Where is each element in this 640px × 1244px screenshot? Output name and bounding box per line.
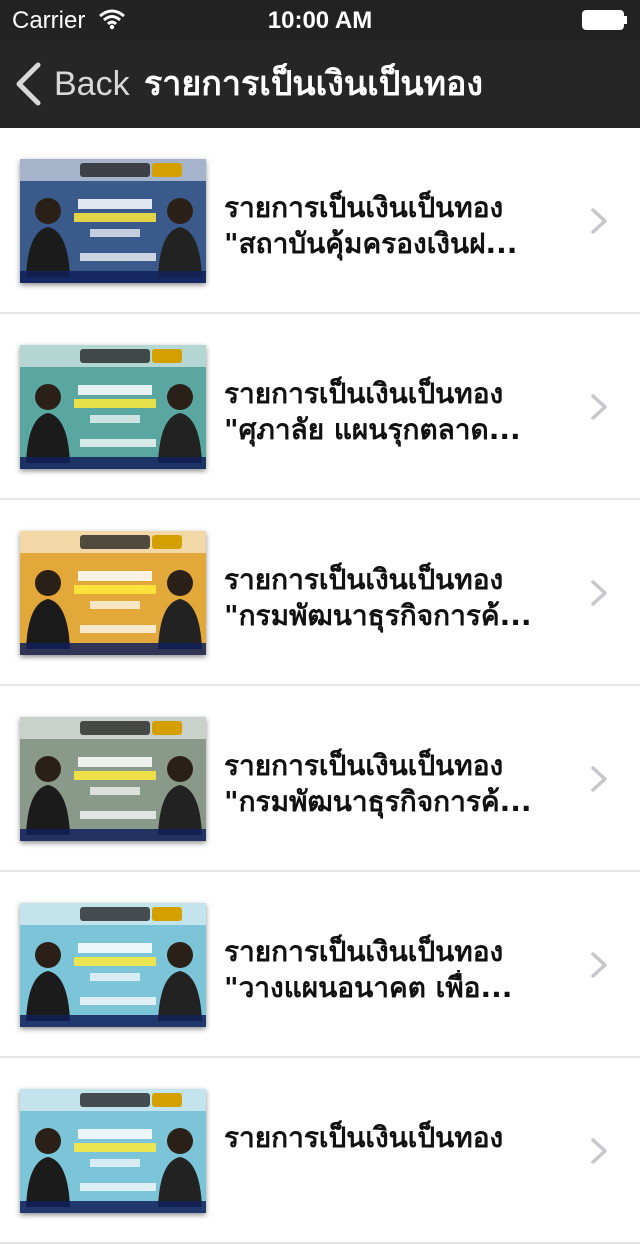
battery-icon [582,10,627,30]
chevron-right-icon [591,394,607,420]
episode-title-line2: "ศุภาลัย แผนรุกตลาด... [224,413,521,446]
chevron-right-icon [591,1138,607,1164]
episode-title-line1: รายการเป็นเงินเป็นทอง [224,1121,504,1154]
episode-title-line2: "สถาบันคุ้มครองเงินฝ... [224,227,518,260]
episode-title-line1: รายการเป็นเงินเป็นทอง [224,377,504,410]
episode-title-line1: รายการเป็นเงินเป็นทอง [224,191,504,224]
episode-list: รายการเป็นเงินเป็นทอง "สถาบันคุ้มครองเงิน… [0,128,640,1244]
episode-title: รายการเป็นเงินเป็นทอง [224,1120,554,1156]
episode-title-line1: รายการเป็นเงินเป็นทอง [224,563,504,596]
list-item[interactable]: รายการเป็นเงินเป็นทอง "วางแผนอนาคต เพื่อ.… [0,872,640,1058]
episode-title-line2: "กรมพัฒนาธุรกิจการค้... [224,599,532,632]
list-item[interactable]: รายการเป็นเงินเป็นทอง [0,1058,640,1244]
episode-thumbnail [20,717,206,841]
episode-title: รายการเป็นเงินเป็นทอง "กรมพัฒนาธุรกิจการค… [224,562,554,634]
status-time: 10:00 AM [267,7,373,34]
episode-thumbnail [20,531,206,655]
list-item[interactable]: รายการเป็นเงินเป็นทอง "สถาบันคุ้มครองเงิน… [0,128,640,314]
back-button[interactable]: Back [14,40,130,128]
episode-title: รายการเป็นเงินเป็นทอง "วางแผนอนาคต เพื่อ.… [224,934,554,1006]
episode-title: รายการเป็นเงินเป็นทอง "ศุภาลัย แผนรุกตลาด… [224,376,554,448]
episode-thumbnail [20,159,206,283]
list-item[interactable]: รายการเป็นเงินเป็นทอง "ศุภาลัย แผนรุกตลาด… [0,314,640,500]
episode-thumbnail [20,1089,206,1213]
episode-title-line1: รายการเป็นเงินเป็นทอง [224,749,504,782]
page-title: รายการเป็นเงินเป็นทอง [144,64,484,104]
back-label: Back [54,64,130,103]
navigation-bar: Back รายการเป็นเงินเป็นทอง [0,40,640,129]
episode-thumbnail [20,345,206,469]
chevron-right-icon [591,208,607,234]
chevron-right-icon [591,766,607,792]
status-bar: Carrier 10:00 AM [0,0,640,40]
list-item[interactable]: รายการเป็นเงินเป็นทอง "กรมพัฒนาธุรกิจการค… [0,686,640,872]
list-item[interactable]: รายการเป็นเงินเป็นทอง "กรมพัฒนาธุรกิจการค… [0,500,640,686]
chevron-right-icon [591,580,607,606]
chevron-right-icon [591,952,607,978]
episode-title: รายการเป็นเงินเป็นทอง "กรมพัฒนาธุรกิจการค… [224,748,554,820]
episode-thumbnail [20,903,206,1027]
episode-title: รายการเป็นเงินเป็นทอง "สถาบันคุ้มครองเงิน… [224,190,554,262]
episode-title-line1: รายการเป็นเงินเป็นทอง [224,935,504,968]
chevron-left-icon [16,62,41,106]
episode-title-line2: "วางแผนอนาคต เพื่อ... [224,971,513,1004]
episode-title-line2: "กรมพัฒนาธุรกิจการค้... [224,785,532,818]
